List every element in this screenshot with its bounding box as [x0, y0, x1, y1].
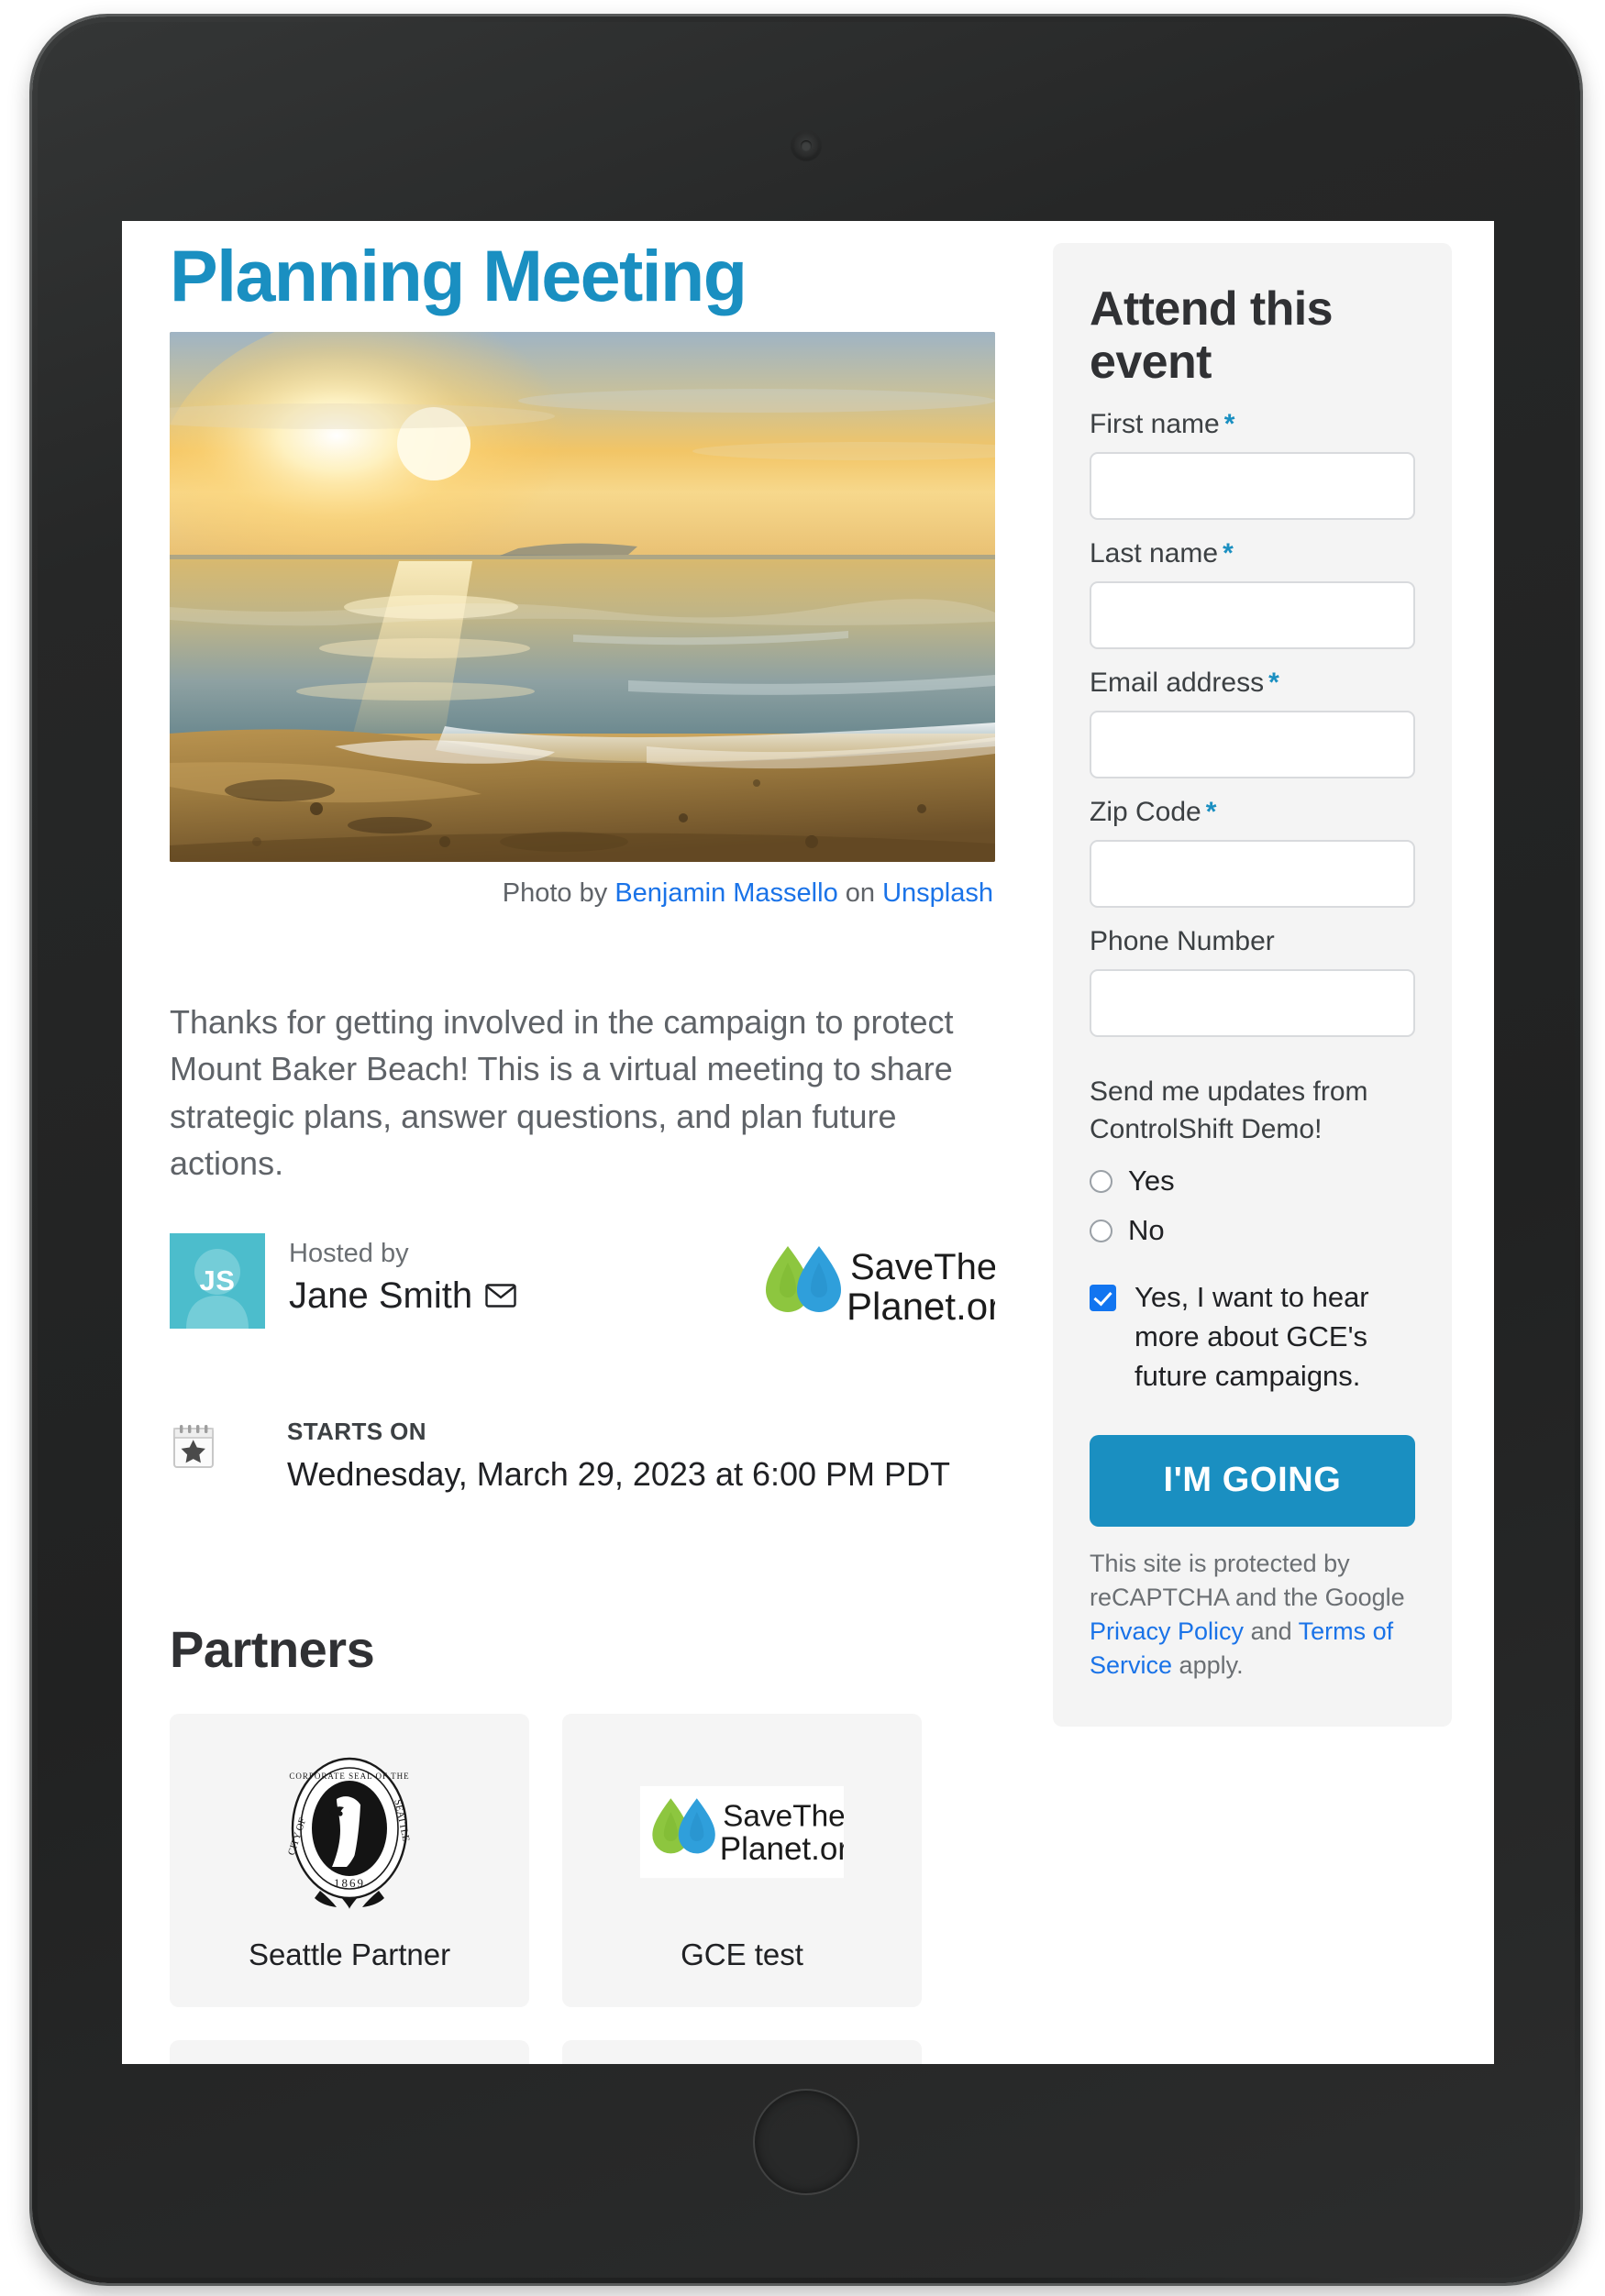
email-address-input[interactable] — [1090, 711, 1415, 779]
svg-text:SaveThe: SaveThe — [850, 1247, 995, 1287]
field-first-name: First name * — [1090, 409, 1415, 521]
radio-label: Yes — [1128, 1165, 1175, 1198]
calendar-star-icon — [173, 1424, 214, 1468]
im-going-submit-button[interactable]: I'M GOING — [1090, 1434, 1415, 1527]
last-name-input[interactable] — [1090, 581, 1415, 650]
field-label: First name * — [1090, 409, 1415, 440]
partner-name: GCE test — [681, 1937, 803, 1971]
starts-on-label: STARTS ON — [287, 1417, 426, 1445]
phone-number-input[interactable] — [1090, 969, 1415, 1038]
host-name: Jane Smith — [289, 1275, 473, 1316]
partner-logo: CORPORATE SEAL OF THE CITY OF SEATTLE 18… — [280, 1757, 419, 1909]
consent-label: Yes, I want to hear more about GCE's fut… — [1135, 1281, 1369, 1392]
label-text: First name — [1090, 409, 1220, 440]
attend-panel-column: Attend this event First name * Last name * — [1053, 221, 1494, 2064]
partner-card-seattle[interactable]: CORPORATE SEAL OF THE CITY OF SEATTLE 18… — [170, 1713, 529, 2007]
sunset-beach-illustration — [170, 331, 995, 862]
recaptcha-part1: This site is protected by reCAPTCHA and … — [1090, 1549, 1405, 1611]
svg-text:1869: 1869 — [334, 1876, 365, 1890]
svg-text:CORPORATE SEAL OF THE: CORPORATE SEAL OF THE — [289, 1772, 409, 1781]
radio-icon[interactable] — [1090, 1169, 1112, 1193]
savetheplanet-logo-icon: SaveThe Planet.org — [766, 1245, 1022, 1328]
screenshot-stage: Planning Meeting Photo by Benjamin Masse… — [0, 0, 1605, 2296]
partner-name: Seattle Partner — [248, 1937, 451, 1971]
label-text: Email address — [1090, 668, 1265, 699]
svg-text:Planet.org: Planet.org — [847, 1285, 995, 1327]
field-label: Zip Code * — [1090, 797, 1415, 828]
logo-line2: Planet.org — [720, 1831, 844, 1867]
field-label: Email address * — [1090, 668, 1415, 699]
optin-radio-yes[interactable]: Yes — [1090, 1165, 1415, 1198]
radio-label: No — [1128, 1214, 1165, 1247]
form-title: Attend this event — [1090, 282, 1334, 389]
required-marker: * — [1205, 797, 1217, 828]
event-description: Thanks for getting involved in the campa… — [170, 1002, 954, 1183]
page-title: Planning Meeting — [170, 235, 747, 316]
field-phone-number: Phone Number — [1090, 926, 1415, 1038]
required-marker: * — [1223, 538, 1234, 569]
label-text: Phone Number — [1090, 926, 1275, 957]
start-text: STARTS ON Wednesday, March 29, 2023 at 6… — [287, 1418, 950, 1495]
tablet-screen: Planning Meeting Photo by Benjamin Masse… — [122, 221, 1494, 2064]
photographer-link[interactable]: Benjamin Massello — [614, 878, 837, 908]
recaptcha-notice: This site is protected by reCAPTCHA and … — [1090, 1547, 1415, 1683]
field-label: Last name * — [1090, 538, 1415, 569]
event-start-section: STARTS ON Wednesday, March 29, 2023 at 6… — [170, 1418, 995, 1495]
label-text: Last name — [1090, 538, 1219, 569]
field-email-address: Email address * — [1090, 668, 1415, 779]
event-page: Planning Meeting Photo by Benjamin Masse… — [122, 221, 1494, 2064]
savetheplanet-logo-icon: SaveThe Planet.org — [640, 1785, 844, 1878]
hero-image — [170, 331, 995, 862]
logo-line1: SaveThe — [723, 1799, 844, 1833]
envelope-icon[interactable] — [485, 1284, 516, 1308]
starts-on-value: Wednesday, March 29, 2023 at 6:00 PM PDT — [287, 1454, 951, 1493]
avatar: JS — [170, 1232, 265, 1329]
optin-question: Send me updates from ControlShift Demo! — [1090, 1076, 1368, 1144]
recaptcha-part3: apply. — [1179, 1650, 1244, 1679]
radio-icon[interactable] — [1090, 1219, 1112, 1242]
first-name-input[interactable] — [1090, 452, 1415, 521]
field-last-name: Last name * — [1090, 538, 1415, 650]
host-name-row: Jane Smith — [289, 1272, 516, 1319]
privacy-policy-link[interactable]: Privacy Policy — [1090, 1617, 1244, 1645]
hosted-by-label: Hosted by — [289, 1238, 409, 1268]
attend-event-form: Attend this event First name * Last name * — [1053, 243, 1452, 1727]
unsplash-link[interactable]: Unsplash — [882, 878, 993, 908]
host-section: JS Hosted by Jane Smith SaveThe Planet.o… — [170, 1232, 1022, 1331]
event-main-content: Planning Meeting Photo by Benjamin Masse… — [122, 221, 1053, 2064]
checkbox-checked-icon[interactable] — [1090, 1285, 1116, 1312]
org-logo: SaveThe Planet.org — [751, 1239, 1022, 1331]
optin-radio-no[interactable]: No — [1090, 1214, 1415, 1247]
partners-heading: Partners — [170, 1619, 375, 1678]
partner-card-gce[interactable]: SaveThe Planet.org GCE test — [562, 1713, 922, 2007]
host-text: Hosted by Jane Smith — [289, 1233, 516, 1319]
camera-icon — [791, 130, 822, 161]
partner-card-partial-2[interactable] — [562, 2039, 922, 2064]
recaptcha-part2: and — [1250, 1617, 1292, 1645]
partner-card-partial[interactable] — [170, 2039, 529, 2064]
hero-image-block: Photo by Benjamin Massello on Unsplash — [170, 331, 995, 909]
tablet-device-frame: Planning Meeting Photo by Benjamin Masse… — [32, 17, 1580, 2283]
label-text: Zip Code — [1090, 797, 1201, 828]
home-button[interactable] — [753, 2089, 859, 2195]
credit-middle: on — [845, 878, 876, 908]
photo-credit: Photo by Benjamin Massello on Unsplash — [170, 878, 995, 909]
city-of-seattle-seal-icon: CORPORATE SEAL OF THE CITY OF SEATTLE 18… — [286, 1757, 412, 1909]
field-zip-code: Zip Code * — [1090, 797, 1415, 909]
field-label: Phone Number — [1090, 926, 1415, 957]
required-marker: * — [1268, 668, 1279, 699]
partners-grid: CORPORATE SEAL OF THE CITY OF SEATTLE 18… — [170, 1713, 977, 2064]
required-marker: * — [1223, 409, 1235, 440]
avatar-initials: JS — [199, 1264, 236, 1297]
partner-logo: SaveThe Planet.org — [640, 1763, 844, 1901]
zip-code-input[interactable] — [1090, 840, 1415, 909]
credit-prefix: Photo by — [502, 878, 608, 908]
consent-checkbox-row[interactable]: Yes, I want to hear more about GCE's fut… — [1090, 1278, 1415, 1396]
